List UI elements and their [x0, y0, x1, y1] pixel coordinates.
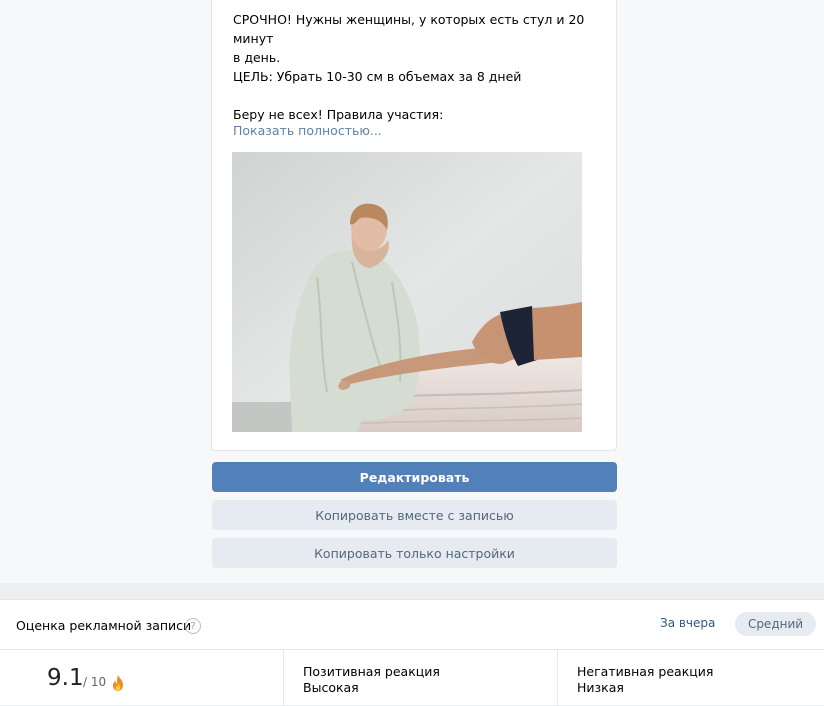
- post-text-line: СРОЧНО! Нужны женщины, у которых есть ст…: [233, 12, 585, 46]
- ad-rating-panel: Оценка рекламной записи ? За вчера Средн…: [0, 599, 824, 706]
- rating-header: Оценка рекламной записи ? За вчера Средн…: [0, 600, 824, 650]
- positive-reaction-cell: Позитивная реакция Высокая: [284, 650, 558, 706]
- post-text-line: ЦЕЛЬ: Убрать 10-30 см в объемах за 8 дне…: [233, 69, 522, 84]
- post-card: СРОЧНО! Нужны женщины, у которых есть ст…: [211, 0, 617, 451]
- negative-reaction-label: Негативная реакция: [577, 664, 714, 679]
- score-cell: 9.1 / 10: [0, 650, 284, 706]
- positive-reaction-value: Высокая: [303, 680, 359, 695]
- score-max: / 10: [83, 675, 107, 689]
- period-yesterday-link[interactable]: За вчера: [660, 616, 715, 630]
- rating-title: Оценка рекламной записи: [16, 618, 192, 633]
- negative-reaction-cell: Негативная реакция Низкая: [558, 650, 824, 706]
- copy-settings-button[interactable]: Копировать только настройки: [212, 538, 617, 568]
- fire-icon: [113, 675, 123, 691]
- post-image[interactable]: [232, 152, 582, 432]
- negative-reaction-value: Низкая: [577, 680, 624, 695]
- copy-with-post-button[interactable]: Копировать вместе с записью: [212, 500, 617, 530]
- period-average-chip[interactable]: Средний: [735, 612, 816, 636]
- positive-reaction-label: Позитивная реакция: [303, 664, 440, 679]
- post-text: СРОЧНО! Нужны женщины, у которых есть ст…: [233, 10, 605, 124]
- post-text-line: Беру не всех! Правила участия:: [233, 107, 444, 122]
- help-icon[interactable]: ?: [185, 618, 201, 634]
- post-text-line: в день.: [233, 50, 281, 65]
- edit-button[interactable]: Редактировать: [212, 462, 617, 492]
- show-more-link[interactable]: Показать полностью...: [233, 123, 382, 138]
- score-value: 9.1: [47, 665, 84, 691]
